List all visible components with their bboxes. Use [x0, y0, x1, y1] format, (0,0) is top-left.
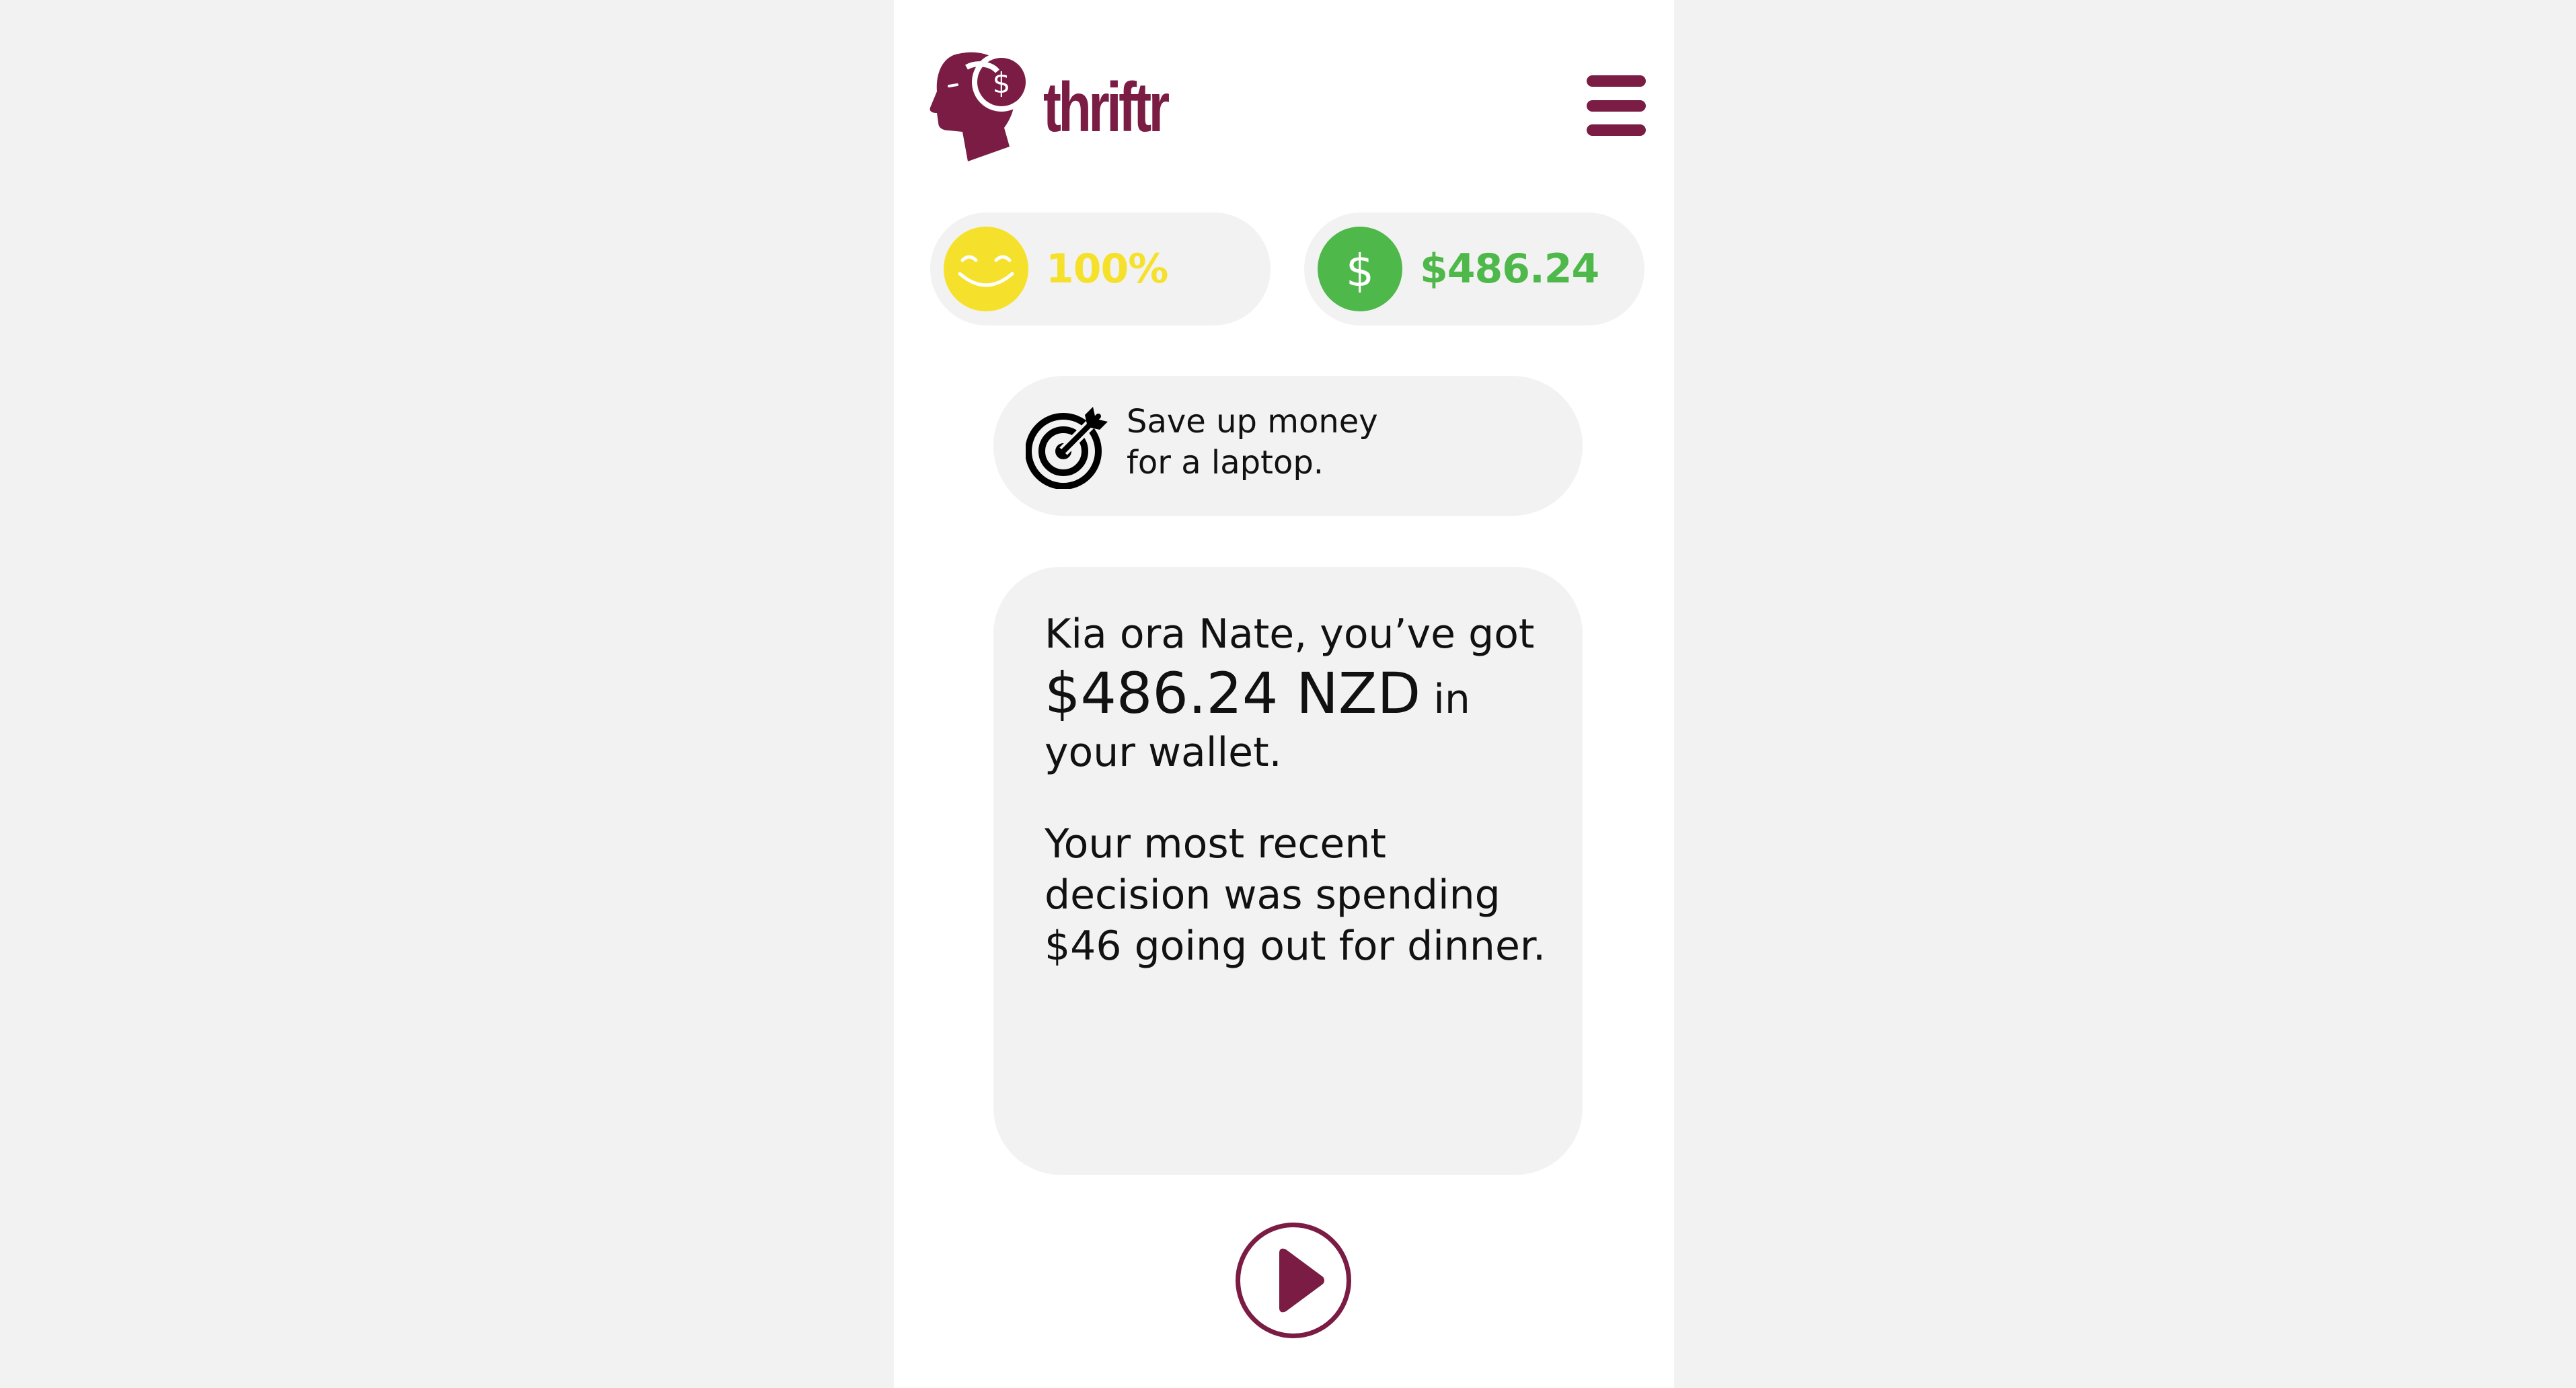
svg-text:$: $ [1346, 245, 1374, 297]
hamburger-menu-icon[interactable] [1587, 75, 1646, 136]
wallet-text: your wallet. [1045, 729, 1282, 776]
dollar-coin-icon: $ [1318, 227, 1402, 311]
goal-line-2: for a laptop. [1127, 444, 1324, 481]
in-text: in [1433, 676, 1470, 723]
happiness-stat[interactable]: 100% [930, 213, 1271, 325]
goal-text: Save up money for a laptop. [1127, 401, 1503, 484]
recent-line-3: $46 going out for dinner. [1045, 923, 1546, 970]
message-card: Kia ora Nate, you’ve got $486.24 NZD in … [993, 567, 1583, 1175]
play-button[interactable] [1236, 1223, 1351, 1338]
message-body: Kia ora Nate, you’ve got $486.24 NZD in … [1045, 609, 1569, 972]
smiley-face-icon [944, 227, 1028, 311]
recent-line-2: decision was spending [1045, 872, 1501, 919]
wallet-amount: $486.24 NZD [1045, 660, 1421, 726]
wallet-value: $486.24 [1420, 245, 1599, 293]
goal-card[interactable]: Save up money for a laptop. [993, 376, 1583, 516]
wallet-stat[interactable]: $ $486.24 [1304, 213, 1644, 325]
head-with-dollar-icon: $ [930, 52, 1031, 161]
greeting-text: Kia ora Nate, you’ve got [1045, 611, 1535, 658]
recent-line-1: Your most recent [1045, 820, 1386, 868]
app-name: thriftr [1043, 69, 1170, 147]
happiness-value: 100% [1046, 245, 1168, 293]
recent-decision-text: Your most recent decision was spending $… [1045, 818, 1569, 972]
play-icon [1279, 1248, 1324, 1313]
amount-line: $486.24 NZD in [1045, 660, 1569, 727]
goal-line-1: Save up money [1127, 403, 1378, 440]
app-logo[interactable]: $ thriftr [929, 47, 1211, 168]
app-screen: $ thriftr 100% $ $486.24 Save up money f… [894, 0, 1674, 1388]
target-dart-icon [1026, 407, 1108, 489]
